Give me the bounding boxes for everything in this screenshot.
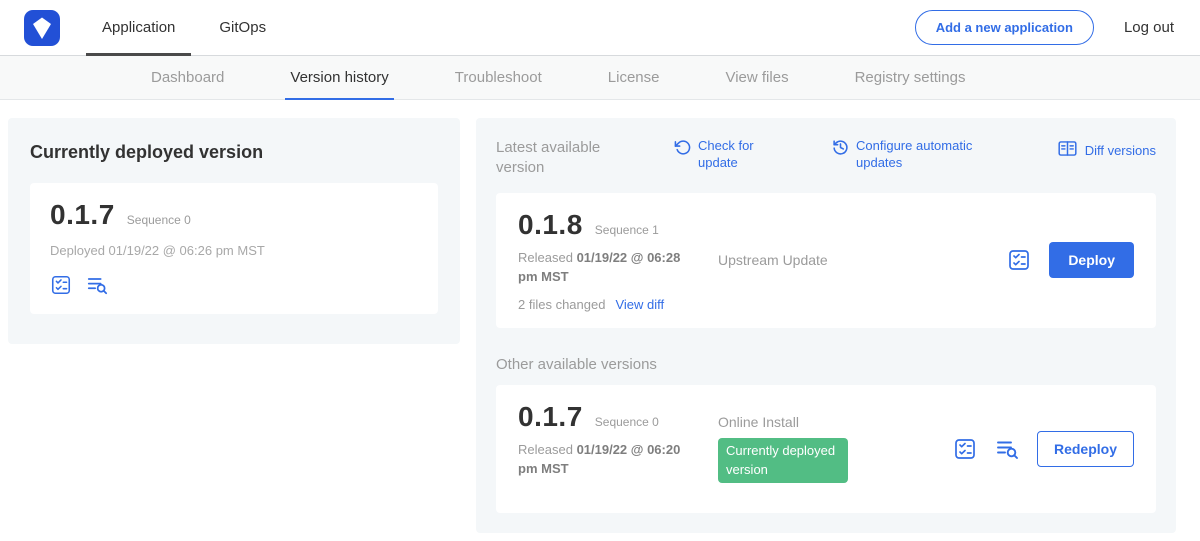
tab-gitops[interactable]: GitOps bbox=[197, 0, 288, 56]
deployed-card-actions bbox=[50, 274, 418, 296]
other-available-versions-title: Other available versions bbox=[496, 356, 1156, 373]
logout-link[interactable]: Log out bbox=[1124, 19, 1174, 36]
version-row: 0.1.7 Sequence 0 bbox=[518, 401, 718, 433]
preflight-checks-icon[interactable] bbox=[1007, 248, 1031, 272]
version-number: 0.1.8 bbox=[518, 209, 583, 241]
preflight-checks-icon[interactable] bbox=[953, 437, 977, 461]
version-number: 0.1.7 bbox=[50, 199, 115, 231]
version-source: Online Install Currently deployed versio… bbox=[718, 414, 848, 482]
files-changed-row: 2 files changed View diff bbox=[518, 297, 718, 312]
check-for-update-label: Check for update bbox=[698, 138, 768, 172]
deploy-logs-icon[interactable] bbox=[995, 437, 1019, 461]
currently-deployed-panel: Currently deployed version 0.1.7 Sequenc… bbox=[8, 118, 460, 344]
main-content: Currently deployed version 0.1.7 Sequenc… bbox=[0, 100, 1200, 541]
view-diff-link[interactable]: View diff bbox=[615, 297, 664, 312]
deploy-logs-icon[interactable] bbox=[86, 274, 108, 296]
redeploy-button[interactable]: Redeploy bbox=[1037, 431, 1134, 467]
deploy-button[interactable]: Deploy bbox=[1049, 242, 1134, 278]
configure-automatic-updates-button[interactable]: Configure automatic updates bbox=[832, 138, 988, 172]
top-tabs: Application GitOps bbox=[80, 0, 288, 56]
version-source-label: Upstream Update bbox=[718, 252, 828, 268]
currently-deployed-title: Currently deployed version bbox=[30, 142, 438, 163]
refresh-icon bbox=[674, 138, 691, 161]
files-changed-label: 2 files changed bbox=[518, 297, 605, 312]
app-logo-icon[interactable] bbox=[24, 10, 60, 46]
other-version-actions: Redeploy bbox=[953, 431, 1134, 467]
preflight-checks-icon[interactable] bbox=[50, 274, 72, 296]
tab-license[interactable]: License bbox=[575, 56, 693, 99]
tab-registry-settings[interactable]: Registry settings bbox=[822, 56, 999, 99]
currently-deployed-badge: Currently deployed version bbox=[718, 438, 848, 482]
diff-versions-button[interactable]: Diff versions bbox=[1057, 138, 1156, 164]
version-row: 0.1.7 Sequence 0 bbox=[50, 199, 418, 231]
version-row: 0.1.8 Sequence 1 bbox=[518, 209, 718, 241]
tab-troubleshoot[interactable]: Troubleshoot bbox=[422, 56, 575, 99]
diff-icon bbox=[1057, 138, 1078, 164]
latest-version-card: 0.1.8 Sequence 1 Released 01/19/22 @ 06:… bbox=[496, 193, 1156, 328]
sequence-label: Sequence 0 bbox=[127, 213, 191, 227]
other-version-card: 0.1.7 Sequence 0 Released 01/19/22 @ 06:… bbox=[496, 385, 1156, 513]
released-timestamp: Released 01/19/22 @ 06:28 pm MST bbox=[518, 248, 690, 287]
sequence-label: Sequence 1 bbox=[595, 223, 659, 237]
version-source: Upstream Update bbox=[718, 252, 828, 268]
latest-version-info: 0.1.8 Sequence 1 Released 01/19/22 @ 06:… bbox=[518, 209, 718, 312]
deployed-version-card: 0.1.7 Sequence 0 Deployed 01/19/22 @ 06:… bbox=[30, 183, 438, 314]
diff-versions-label: Diff versions bbox=[1085, 143, 1156, 160]
configure-automatic-updates-label: Configure automatic updates bbox=[856, 138, 988, 172]
check-for-update-button[interactable]: Check for update bbox=[674, 138, 768, 172]
app-subnav: Dashboard Version history Troubleshoot L… bbox=[0, 56, 1200, 100]
version-number: 0.1.7 bbox=[518, 401, 583, 433]
top-navbar: Application GitOps Add a new application… bbox=[0, 0, 1200, 56]
latest-version-actions: Deploy bbox=[1007, 242, 1134, 278]
deployed-timestamp: Deployed 01/19/22 @ 06:26 pm MST bbox=[50, 243, 418, 258]
add-application-button[interactable]: Add a new application bbox=[915, 10, 1094, 45]
sequence-label: Sequence 0 bbox=[595, 415, 659, 429]
app-screen: Application GitOps Add a new application… bbox=[0, 0, 1200, 536]
topbar-right: Add a new application Log out bbox=[915, 10, 1174, 45]
other-version-info: 0.1.7 Sequence 0 Released 01/19/22 @ 06:… bbox=[518, 401, 718, 497]
schedule-icon bbox=[832, 138, 849, 161]
tab-version-history[interactable]: Version history bbox=[257, 56, 421, 99]
released-timestamp: Released 01/19/22 @ 06:20 pm MST bbox=[518, 440, 690, 479]
tab-dashboard[interactable]: Dashboard bbox=[118, 56, 257, 99]
tab-view-files[interactable]: View files bbox=[692, 56, 821, 99]
tab-application[interactable]: Application bbox=[80, 0, 197, 56]
latest-available-title: Latest available version bbox=[496, 138, 628, 179]
available-versions-header: Latest available version Check for updat… bbox=[496, 138, 1156, 179]
version-source-label: Online Install bbox=[718, 414, 848, 430]
available-versions-panel: Latest available version Check for updat… bbox=[476, 118, 1176, 533]
